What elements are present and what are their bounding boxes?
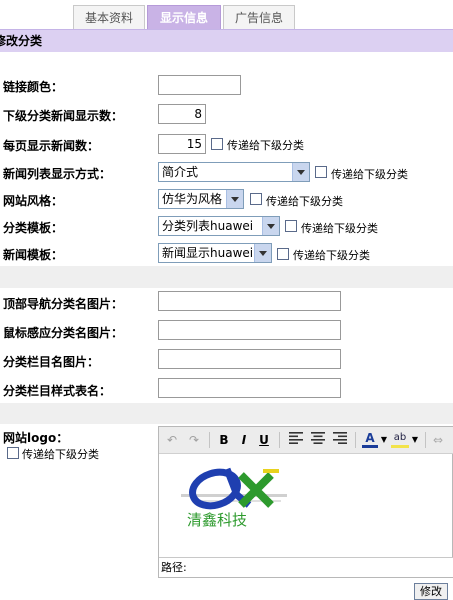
editor-status-bar: 路径: — [159, 557, 453, 577]
per-page-inherit-checkbox[interactable] — [211, 138, 223, 150]
list-style-value: 简介式 — [162, 165, 199, 179]
toolbar-divider — [355, 432, 356, 448]
section-separator — [0, 403, 453, 424]
list-style-inherit-label: 传递给下级分类 — [331, 168, 408, 181]
site-style-value: 仿华为风格 — [162, 192, 223, 206]
top-nav-image-label: 顶部导航分类名图片： — [3, 297, 124, 311]
section-title: 修改分类 — [0, 34, 43, 48]
per-page-label: 每页显示新闻数： — [3, 139, 100, 153]
category-template-inherit-label: 传递给下级分类 — [301, 222, 378, 235]
site-style-label: 网站风格： — [3, 194, 64, 208]
bold-button[interactable]: B — [216, 431, 232, 449]
toolbar-divider — [279, 432, 280, 448]
italic-button[interactable]: I — [236, 431, 252, 449]
toolbar-divider — [425, 432, 426, 448]
category-template-select[interactable]: 分类列表huawei — [158, 216, 280, 236]
column-image-input[interactable] — [158, 349, 341, 369]
sub-news-count-label: 下级分类新闻显示数： — [3, 109, 124, 123]
section-separator — [0, 266, 453, 288]
per-page-inherit-label: 传递给下级分类 — [227, 139, 304, 152]
category-template-label: 分类模板： — [3, 221, 64, 235]
per-page-input[interactable] — [158, 134, 206, 154]
category-template-value: 分类列表huawei — [162, 219, 254, 233]
editor-toolbar: ↶ ↷ B I U A ▼ ab ▼ ⇔ — [159, 427, 453, 454]
align-right-icon[interactable] — [331, 431, 349, 449]
underline-button[interactable]: U — [256, 431, 272, 449]
news-template-select[interactable]: 新闻显示huawei — [158, 243, 272, 263]
site-logo-inherit-checkbox[interactable] — [7, 447, 19, 459]
hover-image-label: 鼠标感应分类名图片： — [3, 326, 124, 340]
tab-ad-info[interactable]: 广告信息 — [223, 5, 295, 29]
category-template-inherit-checkbox[interactable] — [285, 220, 297, 232]
site-logo-label: 网站logo： — [3, 431, 69, 445]
logo-editor[interactable]: ↶ ↷ B I U A ▼ ab ▼ ⇔ 清鑫科技 路径: — [158, 426, 453, 578]
chevron-down-icon[interactable] — [254, 244, 271, 262]
link-color-label: 链接颜色： — [3, 80, 64, 94]
sub-news-count-input[interactable] — [158, 104, 206, 124]
top-nav-image-input[interactable] — [158, 291, 341, 311]
chevron-down-icon[interactable]: ▼ — [380, 431, 388, 449]
redo-icon[interactable]: ↷ — [185, 431, 203, 449]
submit-button[interactable]: 修改 — [414, 583, 448, 600]
column-css-input[interactable] — [158, 378, 341, 398]
font-color-button[interactable]: A — [362, 431, 378, 448]
news-template-inherit-label: 传递给下级分类 — [293, 249, 370, 262]
chevron-down-icon[interactable] — [262, 217, 279, 235]
news-template-label: 新闻模板： — [3, 248, 64, 262]
list-style-select[interactable]: 简介式 — [158, 162, 310, 182]
list-style-inherit-checkbox[interactable] — [315, 166, 327, 178]
logo-text: 清鑫科技 — [187, 509, 247, 530]
hover-image-input[interactable] — [158, 320, 341, 340]
logo-text-content: 清鑫科技 — [187, 511, 248, 529]
site-logo-inherit-label: 传递给下级分类 — [22, 448, 99, 461]
align-left-icon[interactable] — [287, 431, 305, 449]
tab-display-info[interactable]: 显示信息 — [147, 5, 221, 30]
site-style-inherit-label: 传递给下级分类 — [266, 195, 343, 208]
news-template-value: 新闻显示huawei — [162, 246, 254, 260]
tab-basic-info[interactable]: 基本资料 — [73, 5, 145, 29]
align-center-icon[interactable] — [309, 431, 327, 449]
undo-icon[interactable]: ↶ — [163, 431, 181, 449]
toolbar-divider — [209, 432, 210, 448]
chevron-down-icon[interactable] — [292, 163, 309, 181]
column-css-label: 分类栏目样式表名： — [3, 384, 112, 398]
highlight-button[interactable]: ab — [391, 431, 409, 448]
link-color-input[interactable] — [158, 75, 241, 95]
column-image-label: 分类栏目名图片： — [3, 355, 100, 369]
path-label: 路径: — [161, 561, 187, 574]
more-tools-icon[interactable]: ⇔ — [431, 431, 445, 449]
list-style-label: 新闻列表显示方式： — [3, 167, 112, 181]
section-title-bar: 修改分类 — [0, 29, 453, 52]
site-style-inherit-checkbox[interactable] — [250, 193, 262, 205]
chevron-down-icon[interactable]: ▼ — [411, 431, 419, 449]
site-style-select[interactable]: 仿华为风格 — [158, 189, 244, 209]
chevron-down-icon[interactable] — [226, 190, 243, 208]
news-template-inherit-checkbox[interactable] — [277, 248, 289, 260]
